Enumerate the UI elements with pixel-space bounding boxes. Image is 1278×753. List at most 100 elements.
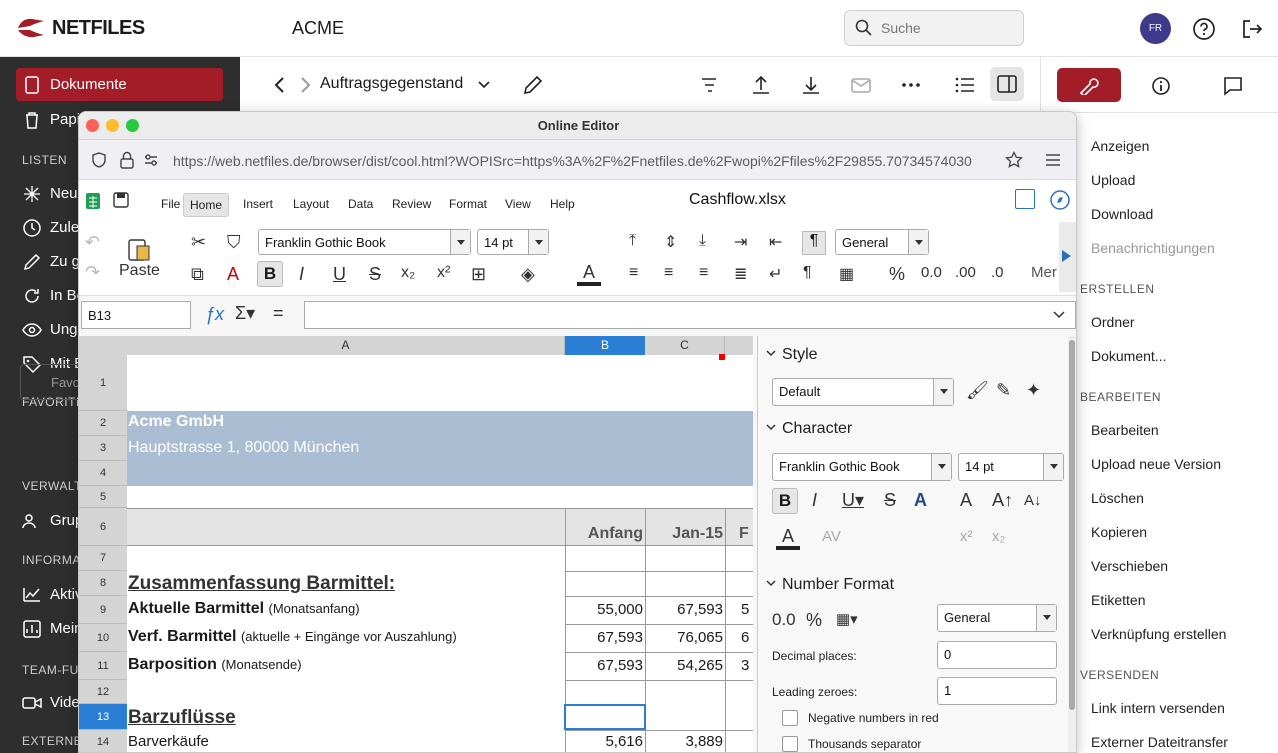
cell-value[interactable]: 5,616 (565, 733, 643, 750)
upload-icon[interactable] (750, 74, 772, 96)
sidebar-italic-button[interactable]: I (812, 490, 817, 511)
action-upload[interactable]: Upload (1091, 172, 1135, 188)
url-field[interactable]: https://web.netfiles.de/browser/dist/coo… (173, 148, 1043, 174)
sidebar-font-color-icon[interactable]: A (776, 526, 800, 550)
sidebar-size-select[interactable]: 14 pt (958, 453, 1064, 481)
chevron-left-icon[interactable] (272, 75, 288, 95)
compass-icon[interactable] (1049, 189, 1071, 211)
align-bottom-icon[interactable]: ⤓ (699, 232, 706, 250)
section-character[interactable]: Character (782, 420, 852, 438)
delete-decimal-icon[interactable]: .0 (991, 264, 1004, 281)
cut-icon[interactable]: ✂ (191, 232, 206, 253)
row-header[interactable]: 9 (79, 596, 127, 624)
browser-menu-icon[interactable] (1044, 152, 1062, 168)
cell-value[interactable]: 3,889 (645, 733, 723, 750)
cell-value[interactable]: 5 (741, 601, 749, 618)
paste-button[interactable]: Paste (119, 262, 160, 280)
font-name-select[interactable]: Franklin Gothic Book (258, 229, 471, 255)
menu-file[interactable]: File (155, 193, 186, 215)
menu-insert[interactable]: Insert (237, 193, 279, 215)
align-center-v-icon[interactable]: ⇕ (664, 232, 677, 252)
sidebar-subscript-button[interactable]: x₂ (992, 528, 1005, 545)
underline-button[interactable]: U (333, 264, 346, 285)
action-bearbeiten[interactable]: Bearbeiten (1091, 422, 1159, 438)
background-color-icon[interactable]: ◈ (521, 264, 535, 285)
action-etiketten[interactable]: Etiketten (1091, 592, 1145, 608)
percent-icon[interactable]: % (889, 264, 905, 285)
more-tools-button[interactable]: Mer (1031, 264, 1057, 281)
close-window-button[interactable] (86, 119, 99, 132)
maximize-window-button[interactable] (126, 119, 139, 132)
formula-input[interactable] (304, 301, 1076, 329)
align-right-icon[interactable]: ≡ (699, 264, 708, 282)
shadow-icon[interactable]: A (914, 490, 927, 511)
increase-indent-icon[interactable]: ⇥ (734, 232, 747, 252)
rtl-icon[interactable]: ¶ (803, 264, 812, 282)
bold-button[interactable]: B (257, 261, 283, 287)
menu-data[interactable]: Data (342, 193, 379, 215)
mail-icon[interactable] (850, 74, 872, 96)
italic-button[interactable]: I (299, 264, 304, 285)
cell-value[interactable]: 67,593 (565, 629, 643, 646)
info-icon[interactable] (1150, 75, 1172, 97)
list-view-icon[interactable] (954, 74, 976, 96)
decimal-places-spinner[interactable]: 0 (937, 641, 1057, 669)
star-icon[interactable] (1005, 151, 1023, 169)
sidebar-clear-format-icon[interactable]: A (960, 490, 972, 511)
thousands-separator-checkbox[interactable] (782, 736, 798, 752)
cell-value[interactable]: 55,000 (565, 601, 643, 618)
sidebar-currency-icon[interactable]: ▦▾ (836, 610, 858, 628)
update-style-icon[interactable]: ✦ (1026, 380, 1041, 401)
sidebar-underline-button[interactable]: U▾ (842, 490, 864, 511)
copy-icon[interactable]: ⧉ (191, 264, 204, 285)
action-anzeigen[interactable]: Anzeigen (1091, 138, 1149, 154)
panel-toggle-button[interactable] (990, 67, 1024, 101)
row-header[interactable]: 10 (79, 624, 127, 652)
rename-pencil-icon[interactable] (522, 74, 544, 96)
cell-row11-label[interactable]: Barposition (Monatsende) (128, 656, 302, 674)
chevron-down-icon[interactable] (766, 424, 776, 432)
align-left-icon[interactable]: ≡ (629, 264, 638, 282)
sidebar-bold-button[interactable]: B (772, 488, 798, 514)
chevron-right-icon[interactable] (297, 75, 313, 95)
leading-zeroes-spinner[interactable]: 1 (937, 677, 1057, 705)
action-link-intern[interactable]: Link intern versenden (1091, 700, 1225, 716)
comment-icon[interactable] (1222, 75, 1244, 97)
undo-icon[interactable]: ↶ (85, 232, 100, 253)
tab-actions[interactable] (1057, 68, 1121, 102)
number-format-select[interactable]: General (835, 229, 929, 255)
sidebar-scrollbar[interactable] (1068, 336, 1076, 752)
cell-inflows-title[interactable]: Barzuflüsse (128, 707, 236, 729)
cell-value[interactable]: 76,065 (645, 629, 723, 646)
shield-icon[interactable] (91, 152, 107, 168)
cell-row10-label[interactable]: Verf. Barmittel (aktuelle + Eingänge vor… (128, 628, 457, 646)
subscript-button[interactable]: x₂ (401, 264, 415, 282)
selected-cell-b13[interactable] (564, 704, 646, 730)
align-center-icon[interactable]: ≡ (664, 264, 673, 282)
row-header[interactable]: 1 (79, 355, 127, 411)
column-header-c[interactable]: C (645, 336, 725, 355)
chevron-down-icon[interactable] (766, 580, 776, 588)
menu-home[interactable]: Home (183, 193, 230, 217)
cell-value[interactable]: 67,593 (565, 657, 643, 674)
row-header[interactable]: 7 (79, 546, 127, 571)
new-style-icon[interactable]: ✎ (996, 380, 1011, 401)
action-verschieben[interactable]: Verschieben (1091, 558, 1168, 574)
action-verknuepfung[interactable]: Verknüpfung erstellen (1091, 626, 1226, 642)
expand-formula-icon[interactable] (1052, 309, 1066, 321)
sidebar-item-dokumente[interactable]: Dokumente (16, 68, 223, 101)
column-header-a[interactable]: A (127, 336, 565, 355)
sidebar-number-icon[interactable]: 0.0 (772, 610, 796, 630)
row-header[interactable]: 13 (79, 704, 127, 730)
save-icon[interactable] (113, 192, 129, 208)
wrap-text-icon[interactable]: ↵ (769, 264, 782, 284)
minimize-window-button[interactable] (106, 119, 119, 132)
negative-red-checkbox[interactable] (782, 710, 798, 726)
cell-summary-title[interactable]: Zusammenfassung Barmittel: (128, 573, 395, 595)
action-kopieren[interactable]: Kopieren (1091, 524, 1147, 540)
clone-formatting-icon[interactable]: ⛉ (227, 232, 241, 253)
row-header[interactable]: 14 (79, 730, 127, 752)
more-icon[interactable] (900, 74, 922, 96)
sidebar-toggle-icon[interactable] (1015, 189, 1035, 209)
character-spacing-icon[interactable]: AV (822, 528, 841, 545)
